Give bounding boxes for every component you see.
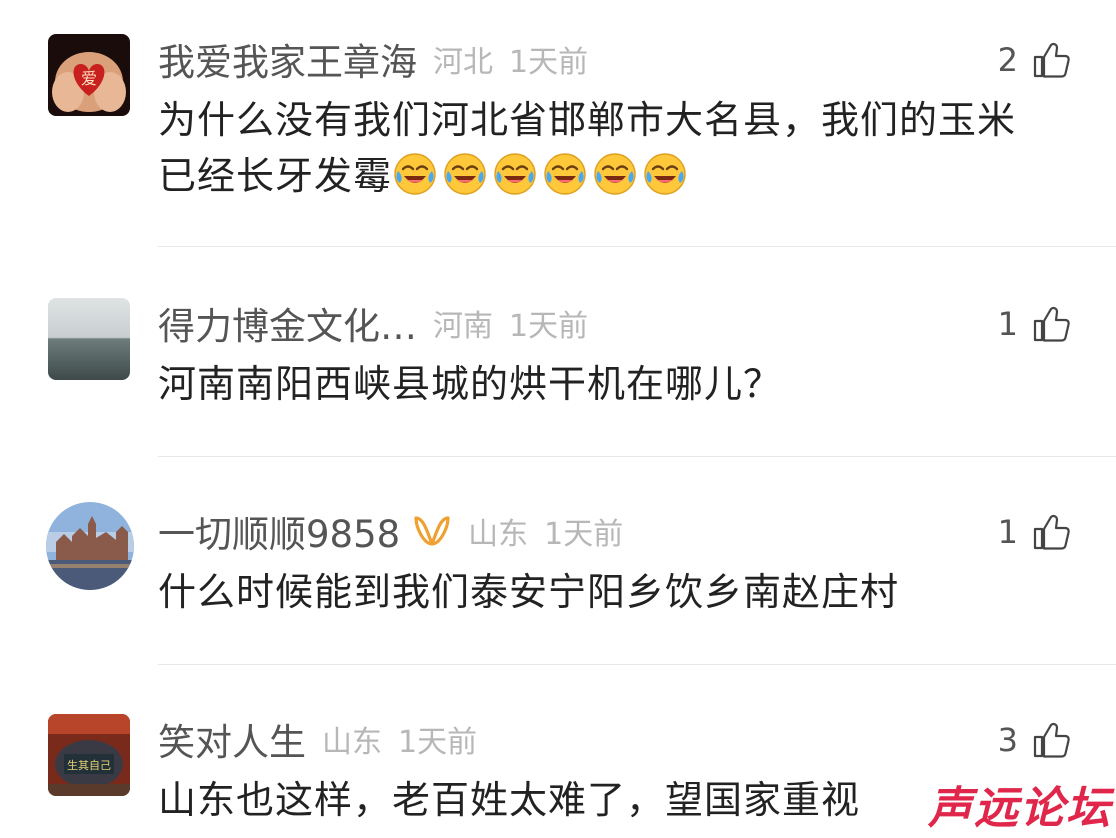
thumbs-up-icon[interactable] [1032,513,1070,551]
timestamp: 1天前 [544,517,624,552]
like-count: 3 [997,721,1018,759]
timestamp: 1天前 [509,45,589,80]
thumbs-up-icon[interactable] [1032,41,1070,79]
thumbs-up-icon[interactable] [1032,721,1070,759]
comment-meta: 笑对人生 山东 1天前 [158,712,477,766]
like-button[interactable]: 1 [998,300,1070,348]
like-count: 1 [997,513,1018,551]
timestamp: 1天前 [398,725,478,760]
avatar[interactable] [46,502,134,590]
like-count: 2 [997,41,1018,79]
thumbs-up-icon[interactable] [1032,305,1070,343]
crying-laughing-emoji [542,151,588,197]
crying-laughing-emoji [392,151,438,197]
username[interactable]: 得力博金文化… [158,296,417,350]
crying-laughing-emoji [492,151,538,197]
watermark: 声远论坛 [928,783,1112,834]
vip-icon [412,514,452,548]
emoji-row [392,151,692,198]
like-count: 1 [997,305,1018,343]
comment-text-segment: 已经长牙发霉 [158,154,393,198]
comment-text-line: 为什么没有我们河北省邯郸市大名县，我们的玉米 [158,98,1017,142]
comment-item: 爱 我爱我家王章海 河北 1天前 2 为什么没有我们河北省邯郸市大名县，我们的玉… [0,32,1116,246]
location-label: 山东 [468,517,529,552]
username[interactable]: 我爱我家王章海 [158,32,417,86]
comment-item: 得力博金文化… 河南 1天前 1 河南南阳西峡县城的烘干机在哪儿？ [0,296,1116,456]
comment-meta: 得力博金文化… 河南 1天前 [158,296,588,350]
comment-text-line: 什么时候能到我们泰安宁阳乡饮乡南赵庄村 [158,570,900,614]
like-button[interactable]: 3 [998,716,1070,764]
avatar[interactable]: 生其自己 [48,714,130,796]
comment-text-line: 已经长牙发霉 [158,148,1076,204]
comment-text-line: 河南南阳西峡县城的烘干机在哪儿？ [158,362,783,406]
comment-item: 一切顺顺9858 山东 1天前 1 什么时候能到我们泰安宁阳乡饮乡南赵庄村 [0,502,1116,664]
location-label: 山东 [322,725,382,760]
divider [158,664,1116,665]
like-button[interactable]: 2 [998,36,1070,84]
divider [158,456,1116,457]
username[interactable]: 一切顺顺9858 [158,504,400,558]
location-label: 河北 [433,45,493,80]
svg-text:生其自己: 生其自己 [67,758,111,772]
comment-text: 河南南阳西峡县城的烘干机在哪儿？ [158,356,1076,412]
crying-laughing-emoji [642,151,688,197]
timestamp: 1天前 [509,309,589,344]
svg-text:爱: 爱 [81,69,97,88]
avatar[interactable]: 爱 [48,34,130,116]
username[interactable]: 笑对人生 [158,712,306,766]
like-button[interactable]: 1 [998,508,1070,556]
comment-meta: 一切顺顺9858 山东 1天前 [158,504,623,558]
avatar[interactable] [48,298,130,380]
comment-text: 为什么没有我们河北省邯郸市大名县，我们的玉米 已经长牙发霉 [158,92,1076,204]
divider [158,246,1116,247]
crying-laughing-emoji [442,151,488,197]
location-label: 河南 [433,309,493,344]
comment-text: 什么时候能到我们泰安宁阳乡饮乡南赵庄村 [158,564,1076,620]
crying-laughing-emoji [592,151,638,197]
comment-meta: 我爱我家王章海 河北 1天前 [158,32,588,86]
